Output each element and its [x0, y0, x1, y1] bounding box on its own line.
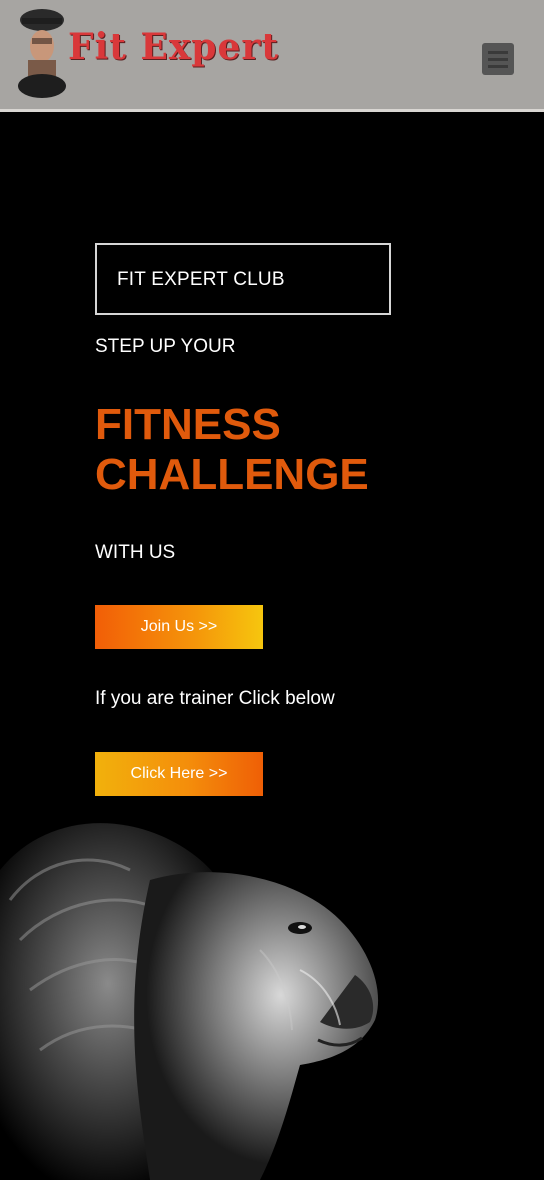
- join-us-button[interactable]: Join Us >>: [95, 605, 263, 649]
- headline-line-2: CHALLENGE: [95, 450, 369, 499]
- club-label-box: FIT EXPERT CLUB: [95, 243, 391, 315]
- club-label: FIT EXPERT CLUB: [117, 269, 285, 290]
- logo-text: Fit Expert: [68, 26, 279, 68]
- page: Fit Expert FIT EXPERT CLUB STEP UP YOUR …: [0, 0, 544, 1180]
- trainer-prompt-text: If you are trainer Click below: [95, 688, 335, 709]
- click-here-button[interactable]: Click Here >>: [95, 752, 263, 796]
- with-us-text: WITH US: [95, 542, 176, 563]
- site-header: Fit Expert: [0, 0, 544, 112]
- step-up-text: STEP UP YOUR: [95, 336, 236, 357]
- logo[interactable]: Fit Expert: [14, 6, 278, 100]
- lion-image: [0, 823, 379, 1180]
- logo-figure-icon: [18, 9, 66, 98]
- headline-line-1: FITNESS: [95, 400, 281, 449]
- hero-headline: FITNESS CHALLENGE: [95, 400, 369, 500]
- hamburger-menu-icon[interactable]: [482, 43, 514, 75]
